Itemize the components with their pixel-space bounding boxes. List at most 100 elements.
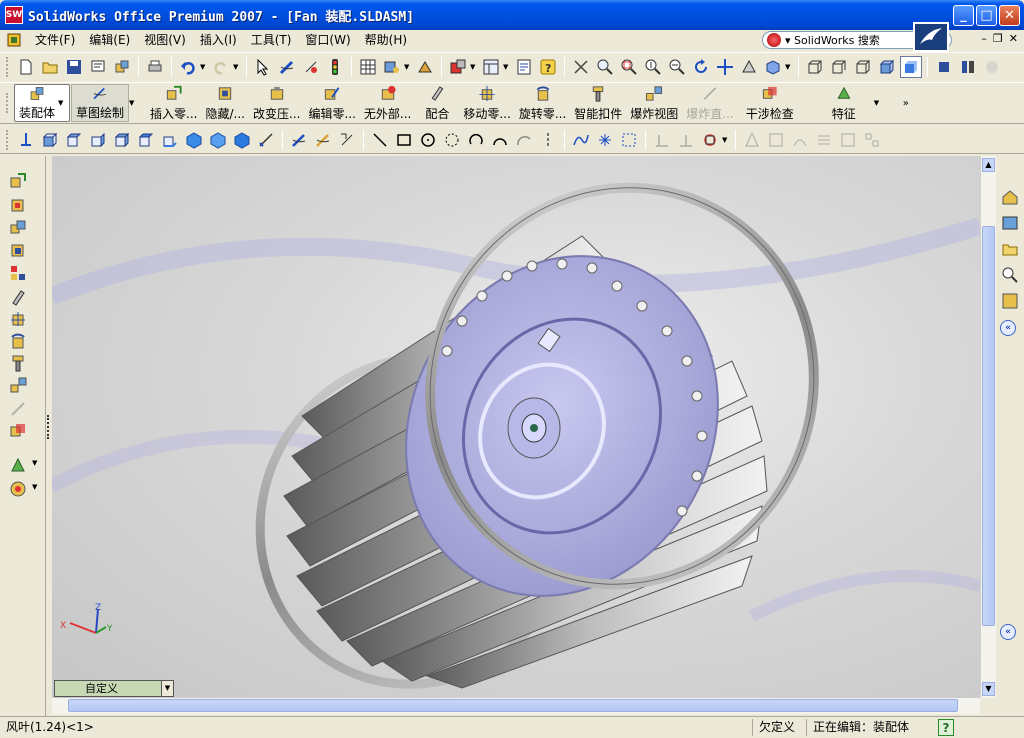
view-layout-dropdown-icon[interactable]: ▼ (503, 63, 510, 71)
scroll-down-button[interactable]: ▼ (982, 682, 995, 696)
offset-entities-icon[interactable] (765, 129, 787, 151)
appearance-icon[interactable] (447, 56, 469, 78)
edit-component-button[interactable]: 编辑零... (304, 84, 359, 122)
features-button[interactable]: 特征 (828, 84, 860, 122)
insert-components-button[interactable]: 插入零... (146, 84, 201, 122)
insert-component-icon[interactable] (9, 172, 29, 190)
hidden-lines-removed-icon[interactable] (852, 56, 874, 78)
appearance-dropdown-icon[interactable]: ▼ (470, 63, 477, 71)
cm-dropdown-icon[interactable]: ▼ (58, 99, 65, 107)
change-suppression-button[interactable]: 改变压... (249, 84, 304, 122)
sketch-grid-icon[interactable] (618, 129, 640, 151)
features-dropdown-icon[interactable]: ▼ (874, 99, 881, 107)
rotate-component-icon[interactable] (9, 332, 29, 350)
move-entities-icon[interactable] (837, 129, 859, 151)
scroll-up-button[interactable]: ▲ (982, 158, 995, 172)
new-assembly-icon[interactable] (9, 218, 29, 236)
point-icon[interactable] (594, 129, 616, 151)
menu-help[interactable]: 帮助(H) (358, 30, 414, 50)
horizontal-scroll-thumb[interactable] (68, 699, 958, 712)
right-view-icon[interactable] (111, 129, 133, 151)
centerline-icon[interactable] (537, 129, 559, 151)
file-properties-icon[interactable] (513, 56, 535, 78)
vertical-scroll-thumb[interactable] (982, 226, 995, 626)
interference-detection-button[interactable]: 干涉检查 (738, 84, 802, 122)
save-icon[interactable] (63, 56, 85, 78)
menu-view[interactable]: 视图(V) (137, 30, 193, 50)
trim-entities-icon[interactable] (789, 129, 811, 151)
print-icon[interactable] (144, 56, 166, 78)
front-view-icon[interactable] (39, 129, 61, 151)
shaded-icon[interactable] (900, 55, 922, 78)
isometric-view-icon[interactable] (183, 129, 205, 151)
configuration-combo[interactable]: 自定义 ▼ (54, 680, 174, 697)
toolbar-grip[interactable] (6, 129, 10, 150)
no-external-references-button[interactable]: 无外部... (360, 84, 415, 122)
undo-dropdown-icon[interactable]: ▼ (200, 63, 207, 71)
smart-dimension-icon[interactable] (336, 129, 358, 151)
vertical-scrollbar[interactable]: ▲ ▼ (980, 156, 996, 698)
menu-insert[interactable]: 插入(I) (193, 30, 244, 50)
add-relation-icon[interactable] (651, 129, 673, 151)
file-explorer-icon[interactable] (1001, 240, 1019, 258)
menu-file[interactable]: 文件(F) (28, 30, 82, 50)
graphics-area[interactable]: Z X Y (52, 156, 980, 702)
maximize-button[interactable]: □ (976, 5, 997, 26)
panel-splitter-handle[interactable] (47, 415, 51, 439)
menu-edit[interactable]: 编辑(E) (82, 30, 137, 50)
trimetric-view-icon[interactable] (207, 129, 229, 151)
back-view-icon[interactable] (63, 129, 85, 151)
exploded-view-button[interactable]: 爆炸视图 (626, 84, 682, 122)
pan-icon[interactable] (714, 56, 736, 78)
mirror-entities-icon[interactable] (741, 129, 763, 151)
circle-tool-icon[interactable] (417, 129, 439, 151)
menu-tools[interactable]: 工具(T) (244, 30, 299, 50)
rotate-entities-icon[interactable] (861, 129, 883, 151)
toolbar-grip[interactable] (6, 93, 10, 113)
chevron-down-icon[interactable]: ▼ (161, 681, 173, 696)
rotate-view-icon[interactable] (690, 56, 712, 78)
display-style-icon[interactable] (738, 56, 760, 78)
search-icon[interactable] (1001, 266, 1019, 284)
smart-dimension-icon[interactable] (300, 56, 322, 78)
move-component-button[interactable]: 移动零... (459, 84, 514, 122)
explode-line-icon[interactable] (9, 400, 29, 418)
wireframe-icon[interactable] (804, 56, 826, 78)
minimize-button[interactable]: _ (953, 5, 974, 26)
home-icon[interactable] (1001, 188, 1019, 206)
new-document-icon[interactable] (15, 56, 37, 78)
dimetric-view-icon[interactable] (231, 129, 253, 151)
view-selector-icon[interactable] (255, 129, 277, 151)
collapse-left-icon[interactable]: « (1000, 320, 1016, 336)
hidden-lines-visible-icon[interactable] (828, 56, 850, 78)
fan-impeller-model[interactable] (52, 156, 980, 702)
hide-show-components-button[interactable]: 隐藏/... (201, 84, 249, 122)
status-help-button[interactable]: ? (938, 719, 954, 736)
mate-icon[interactable] (9, 288, 29, 306)
3d-sketch-icon[interactable] (312, 129, 334, 151)
help-icon[interactable]: ? (537, 56, 559, 78)
left-view-icon[interactable] (87, 129, 109, 151)
linear-pattern-icon[interactable] (813, 129, 835, 151)
solidworks-bird-logo-icon[interactable] (913, 22, 949, 52)
toolbox-icon[interactable] (414, 56, 436, 78)
section-view-icon[interactable] (933, 56, 955, 78)
features-dropdown-icon[interactable]: ▼ (32, 459, 37, 467)
simulation-icon[interactable] (9, 480, 29, 498)
redo-icon[interactable] (210, 56, 232, 78)
doc-close-button[interactable]: ✕ (1009, 32, 1018, 45)
view-orientation-dropdown-icon[interactable]: ▼ (785, 63, 792, 71)
undo-icon[interactable] (177, 56, 199, 78)
perimeter-circle-icon[interactable] (441, 129, 463, 151)
design-library-icon[interactable] (1001, 214, 1019, 232)
rebuild-options-icon[interactable] (381, 56, 403, 78)
smart-fasteners-icon[interactable] (9, 354, 29, 372)
grid-options-icon[interactable] (357, 56, 379, 78)
solidworks-app-icon[interactable]: SW (5, 6, 23, 24)
explode-line-sketch-button[interactable]: 爆炸直... (682, 84, 737, 122)
cm-dropdown-icon[interactable]: ▼ (129, 99, 136, 107)
simulation-dropdown-icon[interactable]: ▼ (32, 483, 37, 491)
spline-icon[interactable] (570, 129, 592, 151)
smart-fasteners-button[interactable]: 智能扣件 (570, 84, 626, 122)
zoom-to-selection-icon[interactable] (666, 56, 688, 78)
